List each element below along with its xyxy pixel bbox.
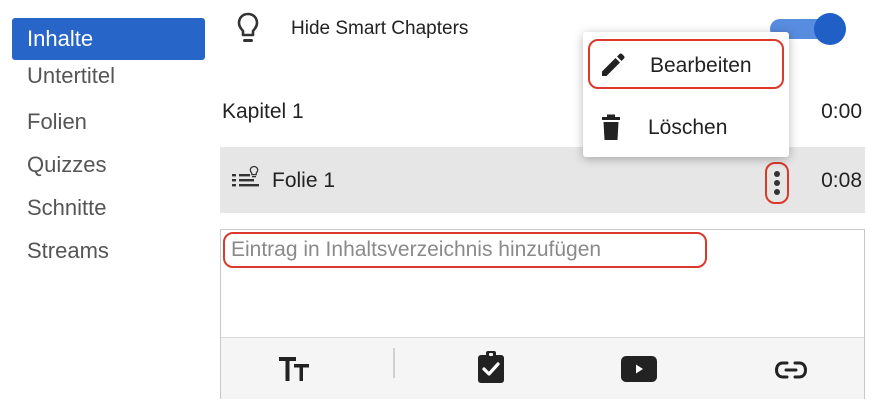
sidebar-item-inhalte[interactable]: Inhalte xyxy=(12,18,205,60)
context-menu: Bearbeiten Löschen xyxy=(583,32,789,157)
sidebar-item-untertitel[interactable]: Untertitel xyxy=(12,55,205,97)
lightbulb-icon xyxy=(237,12,259,42)
toolbar-divider xyxy=(393,348,395,378)
kebab-dot xyxy=(774,189,780,195)
toc-entry-input[interactable] xyxy=(223,232,707,268)
link-icon[interactable] xyxy=(774,360,808,380)
menu-item-edit-label: Bearbeiten xyxy=(650,54,752,77)
clipboard-check-icon[interactable] xyxy=(477,350,505,384)
editor-toolbar xyxy=(221,337,864,399)
text-size-icon[interactable] xyxy=(279,354,311,384)
slide-label: Folie 1 xyxy=(272,169,336,192)
sidebar: Inhalte Untertitel Folien Quizzes Schnit… xyxy=(0,0,215,403)
main-panel: Hide Smart Chapters Kapitel 1 0:00 Folie… xyxy=(215,0,877,403)
sidebar-item-folien[interactable]: Folien xyxy=(12,101,205,143)
chapter-label: Kapitel 1 xyxy=(222,100,304,123)
kebab-dot xyxy=(774,180,780,186)
toc-entry-editor xyxy=(220,229,865,399)
slide-time: 0:08 xyxy=(821,169,862,192)
trash-icon xyxy=(602,114,620,140)
toggle-knob xyxy=(814,13,846,45)
menu-item-delete[interactable]: Löschen xyxy=(588,103,784,153)
sidebar-item-schnitte[interactable]: Schnitte xyxy=(12,187,205,229)
video-play-icon[interactable] xyxy=(621,356,657,382)
more-options-button[interactable] xyxy=(765,162,789,204)
menu-item-edit[interactable]: Bearbeiten xyxy=(588,39,784,89)
smart-chapter-list-icon xyxy=(232,165,259,187)
pencil-icon xyxy=(602,53,625,76)
hide-smart-chapters-label: Hide Smart Chapters xyxy=(291,18,469,39)
menu-item-delete-label: Löschen xyxy=(648,116,728,139)
sidebar-item-streams[interactable]: Streams xyxy=(12,230,205,272)
kebab-dot xyxy=(774,171,780,177)
sidebar-item-quizzes[interactable]: Quizzes xyxy=(12,144,205,186)
chapter-time: 0:00 xyxy=(821,100,862,123)
